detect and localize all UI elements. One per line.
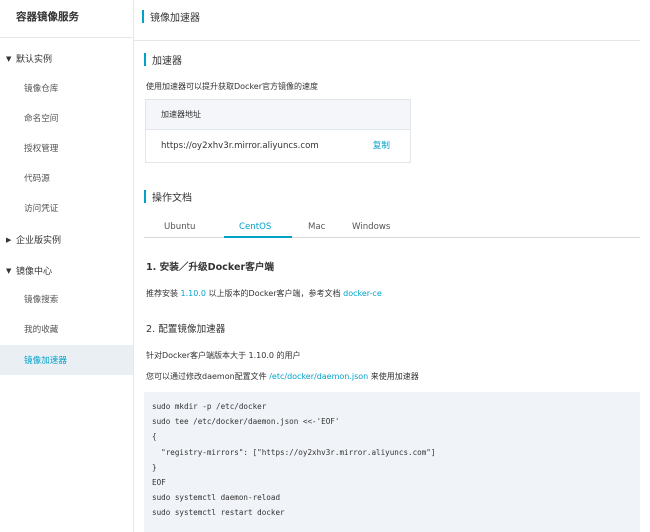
step1-prefix: 推荐安装 — [146, 289, 178, 298]
active-tab-indicator — [224, 236, 292, 238]
accent-bar — [142, 9, 144, 23]
tab-windows[interactable]: Windows — [352, 222, 390, 232]
tab-ubuntu[interactable]: Ubuntu — [164, 222, 195, 232]
accelerator-address-card: 加速器地址 https://oy2xhv3r.mirror.aliyuncs.c… — [145, 99, 411, 163]
step2-line1: 针对Docker客户端版本大于 1.10.0 的用户 — [146, 351, 301, 360]
code-line: sudo tee /etc/docker/daemon.json <<-'EOF… — [152, 417, 340, 427]
accelerator-table-header: 加速器地址 — [146, 100, 410, 130]
sidebar-item-image-search[interactable]: 镜像搜索 — [24, 293, 58, 305]
os-tabs: Ubuntu CentOS Mac Windows — [144, 218, 640, 238]
sidebar-item-image-repo[interactable]: 镜像仓库 — [24, 82, 58, 94]
accent-bar — [144, 53, 146, 66]
sidebar-item-code-source[interactable]: 代码源 — [24, 172, 50, 184]
code-line: sudo mkdir -p /etc/docker — [152, 402, 267, 411]
sidebar-group-label: 默认实例 — [16, 55, 53, 65]
code-line: sudo systemctl restart docker — [152, 508, 285, 518]
step2-line2-suffix: 来使用加速器 — [370, 372, 419, 381]
accelerator-address: https://oy2xhv3r.mirror.aliyuncs.com — [161, 141, 319, 151]
section-title: 操作文档 — [152, 193, 192, 204]
sidebar: 容器镜像服务 ▼ 默认实例 镜像仓库 命名空间 授权管理 代码源 访问凭证 ▶ … — [0, 0, 134, 532]
step2-line2-prefix: 您可以通过修改daemon配置文件 — [146, 372, 267, 381]
main-content: 镜像加速器 加速器 使用加速器可以提升获取Docker官方镜像的速度 加速器地址… — [134, 0, 650, 532]
sidebar-title: 容器镜像服务 — [0, 0, 133, 38]
step2-title: 2. 配置镜像加速器 — [146, 324, 226, 335]
accelerator-section-title: 加速器 — [144, 52, 182, 67]
step1-mid: 以上版本的Docker客户端，参考文档 — [208, 289, 341, 298]
step1-text: 推荐安装 1.10.0 以上版本的Docker客户端，参考文档 docker-c… — [146, 288, 382, 299]
step1-title: 1. 安装／升级Docker客户端 — [146, 259, 274, 273]
code-line: EOF — [152, 478, 166, 488]
sidebar-group-image-center[interactable]: ▼ 镜像中心 — [6, 264, 53, 278]
daemon-json-path: /etc/docker/daemon.json — [269, 372, 369, 381]
sidebar-item-credentials[interactable]: 访问凭证 — [24, 202, 58, 214]
sidebar-group-label: 企业版实例 — [16, 236, 62, 246]
header-divider — [134, 40, 640, 41]
code-block[interactable]: sudo mkdir -p /etc/docker sudo tee /etc/… — [144, 392, 640, 532]
sidebar-group-default-instance[interactable]: ▼ 默认实例 — [6, 52, 53, 66]
caret-down-icon: ▼ — [6, 266, 12, 275]
code-line: "registry-mirrors": ["https://oy2xhv3r.m… — [152, 447, 436, 457]
sidebar-item-authorization[interactable]: 授权管理 — [24, 142, 58, 154]
docker-ce-link[interactable]: docker-ce — [343, 289, 382, 298]
step1-version: 1.10.0 — [180, 289, 206, 298]
sidebar-item-favorites[interactable]: 我的收藏 — [24, 323, 58, 335]
code-line: { — [152, 432, 157, 442]
accent-bar — [144, 190, 146, 203]
accelerator-description: 使用加速器可以提升获取Docker官方镜像的速度 — [146, 82, 319, 91]
sidebar-item-mirror-accelerator[interactable]: 镜像加速器 — [24, 354, 67, 366]
code-line: sudo systemctl daemon-reload — [152, 493, 281, 503]
page-title: 镜像加速器 — [150, 12, 200, 24]
step2-line2: 您可以通过修改daemon配置文件 /etc/docker/daemon.jso… — [146, 371, 419, 382]
accelerator-address-row: https://oy2xhv3r.mirror.aliyuncs.com 复制 — [146, 130, 410, 162]
sidebar-item-namespace[interactable]: 命名空间 — [24, 112, 58, 124]
section-title: 加速器 — [152, 56, 182, 67]
caret-down-icon: ▼ — [6, 54, 12, 63]
copy-button[interactable]: 复制 — [373, 130, 390, 162]
docs-section-title: 操作文档 — [144, 189, 192, 204]
tab-centos[interactable]: CentOS — [239, 222, 271, 232]
sidebar-group-label: 镜像中心 — [16, 267, 53, 277]
code-line: } — [152, 462, 157, 472]
step1-title-text: 1. 安装／升级Docker客户端 — [146, 262, 275, 273]
tab-mac[interactable]: Mac — [308, 222, 325, 232]
caret-right-icon: ▶ — [6, 235, 12, 244]
sidebar-group-enterprise-instance[interactable]: ▶ 企业版实例 — [6, 233, 62, 247]
page-header: 镜像加速器 — [142, 4, 200, 28]
